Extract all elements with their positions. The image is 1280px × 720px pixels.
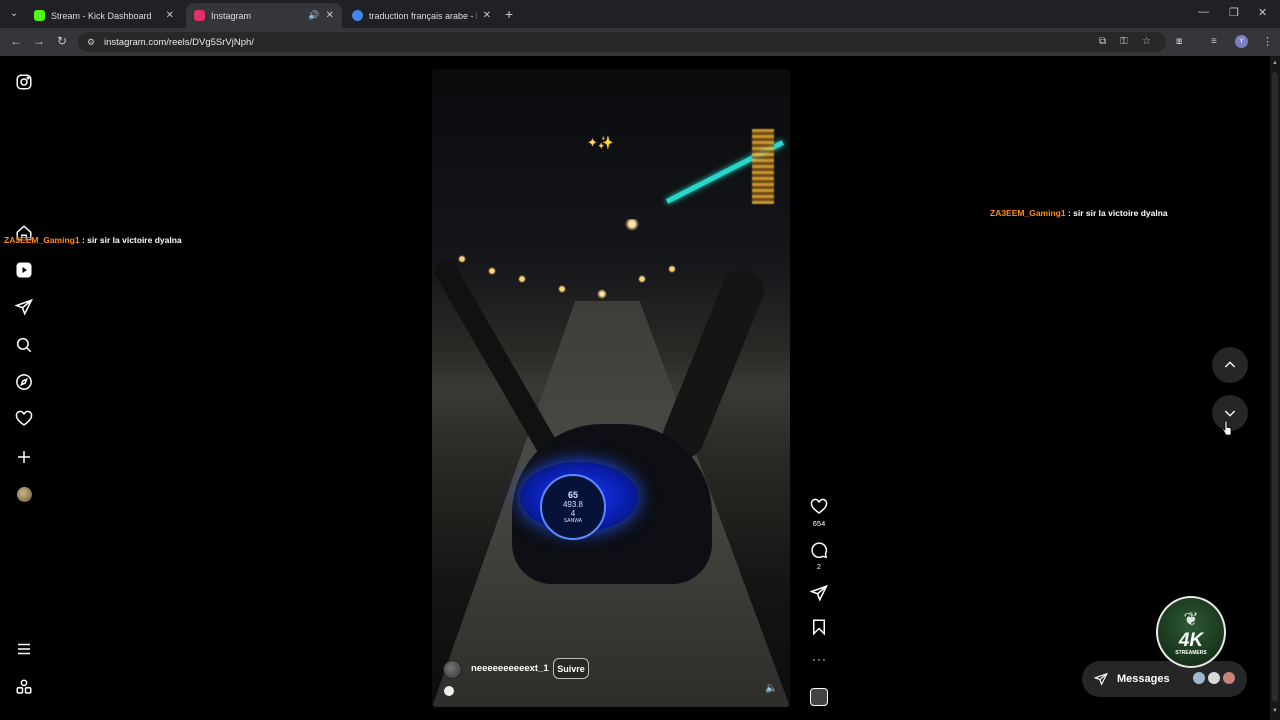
media-control-icon[interactable]: ≡ bbox=[1211, 36, 1217, 47]
messages-icon bbox=[1094, 672, 1108, 686]
browser-menu-icon[interactable]: ⋮ bbox=[1262, 35, 1273, 48]
tab-close-icon[interactable]: ✕ bbox=[166, 10, 174, 21]
extensions-icon[interactable]: ⧆ bbox=[1176, 36, 1182, 47]
password-key-icon[interactable]: ⚿ bbox=[1120, 36, 1128, 47]
reels-icon[interactable] bbox=[15, 261, 33, 279]
tab-title: traduction français arabe - Rec bbox=[369, 10, 477, 21]
share-action[interactable] bbox=[808, 584, 830, 602]
sparkle-emoji-icon: ✦✨ bbox=[587, 135, 615, 150]
tab-close-icon[interactable]: ✕ bbox=[326, 10, 334, 21]
instagram-logo-icon[interactable] bbox=[15, 73, 33, 91]
chevron-down-icon bbox=[1224, 410, 1236, 417]
message-contact-avatar bbox=[1222, 671, 1236, 685]
scroll-thumb[interactable] bbox=[1272, 72, 1278, 702]
follow-button[interactable]: Suivre bbox=[553, 658, 589, 679]
scroll-up-icon[interactable]: ▲ bbox=[1272, 60, 1278, 66]
badge-main-text: 4K bbox=[1178, 630, 1204, 651]
reel-video[interactable]: ✦✨ 65 493.8 4 SANWA bbox=[432, 69, 790, 707]
create-plus-icon[interactable] bbox=[15, 448, 33, 466]
bookmark-star-icon[interactable]: ☆ bbox=[1142, 36, 1151, 47]
message-contact-avatar bbox=[1192, 671, 1206, 685]
reel-author-username[interactable]: neeeeeeeeeext_1 bbox=[471, 663, 549, 674]
search-icon[interactable] bbox=[15, 336, 33, 354]
more-menu-icon[interactable] bbox=[15, 640, 33, 658]
video-lit-building bbox=[752, 129, 774, 204]
comment-action[interactable]: 2 bbox=[808, 541, 830, 571]
notifications-heart-icon[interactable] bbox=[15, 410, 33, 428]
reload-icon[interactable]: ↻ bbox=[57, 34, 67, 48]
hand-cursor-icon bbox=[1222, 420, 1232, 436]
streamer-badge-logo: ❦ 4K STREAMERS bbox=[1156, 596, 1226, 668]
chat-username: ZA3EEM_Gaming1 bbox=[4, 235, 80, 245]
chat-username: ZA3EEM_Gaming1 bbox=[990, 208, 1066, 218]
address-bar[interactable]: ⚙ instagram.com/reels/DVg5SrVjNph/ bbox=[78, 32, 1166, 52]
back-icon[interactable]: ← bbox=[10, 34, 22, 48]
chevron-up-icon bbox=[1224, 361, 1236, 368]
also-from-meta-icon[interactable] bbox=[15, 678, 33, 696]
tab-close-icon[interactable]: ✕ bbox=[483, 10, 491, 21]
reel-author-avatar[interactable] bbox=[443, 660, 462, 679]
kick-favicon-icon bbox=[34, 10, 45, 21]
tab-translation[interactable]: traduction français arabe - Rec ✕ bbox=[344, 3, 499, 28]
speedometer-brand: SANWA bbox=[563, 518, 583, 524]
volume-icon[interactable]: 🔈 bbox=[765, 683, 777, 694]
new-tab-button[interactable]: + bbox=[505, 6, 513, 22]
direct-messages-icon[interactable] bbox=[15, 298, 33, 316]
restore-icon[interactable]: ❐ bbox=[1229, 6, 1239, 19]
url-text[interactable]: instagram.com/reels/DVg5SrVjNph/ bbox=[104, 37, 254, 48]
site-info-icon[interactable]: ⚙ bbox=[87, 37, 97, 48]
tab-title: Stream - Kick Dashboard bbox=[51, 10, 152, 21]
more-options-icon[interactable]: ··· bbox=[812, 652, 827, 666]
speed-readout: 65 bbox=[567, 490, 578, 500]
speaker-icon[interactable]: 🔊 bbox=[308, 10, 319, 21]
comment-count: 2 bbox=[816, 562, 822, 571]
profile-avatar[interactable]: Y bbox=[1235, 35, 1248, 48]
close-window-icon[interactable]: ✕ bbox=[1258, 6, 1267, 19]
tab-kick-dashboard[interactable]: Stream - Kick Dashboard ✕ bbox=[26, 3, 182, 28]
forward-icon[interactable]: → bbox=[33, 34, 45, 48]
page-scrollbar[interactable]: ▲ ▼ bbox=[1270, 56, 1280, 720]
explore-icon[interactable] bbox=[15, 373, 33, 391]
comment-icon[interactable] bbox=[810, 541, 828, 559]
chat-text: : sir sir la victoire dyalna bbox=[79, 235, 182, 245]
instagram-favicon-icon bbox=[194, 10, 205, 21]
like-action[interactable]: 654 bbox=[808, 498, 830, 528]
odometer-readout: 493.8 bbox=[562, 500, 584, 509]
gear-readout: 4 bbox=[570, 509, 576, 518]
like-heart-icon[interactable] bbox=[810, 498, 828, 516]
messages-label: Messages bbox=[1117, 673, 1170, 685]
original-audio-thumbnail[interactable] bbox=[810, 688, 828, 706]
save-action[interactable] bbox=[808, 618, 830, 636]
previous-reel-button[interactable] bbox=[1212, 347, 1248, 383]
install-app-icon[interactable]: ⧉ bbox=[1099, 36, 1106, 47]
audio-attribution-icon[interactable] bbox=[444, 686, 454, 696]
browser-tab-bar: ⌄ Stream - Kick Dashboard ✕ Instagram 🔊 … bbox=[0, 0, 1280, 28]
badge-sub-text: STREAMERS bbox=[1175, 650, 1207, 656]
tab-instagram[interactable]: Instagram 🔊 ✕ bbox=[186, 3, 342, 28]
google-favicon-icon bbox=[352, 10, 363, 21]
stream-chat-message-right: ZA3EEM_Gaming1 : sir sir la victoire dya… bbox=[990, 208, 1168, 218]
minimize-icon[interactable]: — bbox=[1198, 6, 1209, 18]
tab-search-button[interactable]: ⌄ bbox=[6, 5, 22, 21]
eagle-icon: ❦ bbox=[1183, 609, 1199, 629]
like-count: 654 bbox=[812, 519, 826, 528]
chat-text: : sir sir la victoire dyalna bbox=[1065, 208, 1168, 218]
bookmark-icon[interactable] bbox=[810, 618, 828, 636]
scroll-down-icon[interactable]: ▼ bbox=[1272, 708, 1278, 714]
tab-title: Instagram bbox=[211, 10, 252, 21]
stream-chat-message-left: ZA3EEM_Gaming1 : sir sir la victoire dya… bbox=[4, 235, 182, 245]
video-speedometer: 65 493.8 4 SANWA bbox=[540, 474, 606, 540]
message-contact-avatar bbox=[1207, 671, 1221, 685]
profile-avatar[interactable] bbox=[17, 487, 32, 502]
share-icon[interactable] bbox=[810, 584, 828, 602]
